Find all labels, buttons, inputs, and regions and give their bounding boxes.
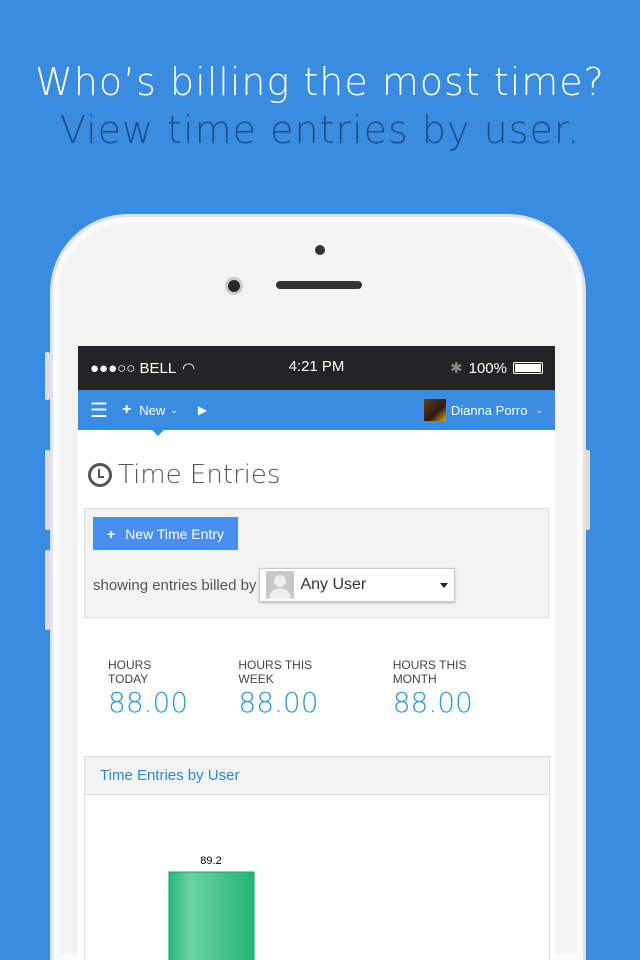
stat-label: HOURS TODAY — [108, 658, 152, 686]
stat-value: 88.00 — [238, 686, 319, 719]
avatar — [423, 399, 446, 421]
top-nav: ☰ + New ⌄ ▶ Dianna Porro ⌄ — [78, 390, 555, 436]
stat-today: HOURS TODAY 88.00 — [108, 658, 188, 719]
user-placeholder-icon — [266, 571, 295, 599]
front-camera — [225, 277, 243, 295]
play-icon[interactable]: ▶ — [198, 403, 207, 417]
chevron-down-icon: ⌄ — [170, 404, 178, 415]
stat-label: HOURS THIS WEEK — [238, 658, 313, 686]
speaker — [276, 281, 362, 289]
stat-week: HOURS THIS WEEK 88.00 — [238, 658, 342, 719]
chevron-down-icon: ⌄ — [535, 404, 543, 415]
bar — [168, 871, 255, 960]
bar-chart: 89.2 — [168, 855, 255, 960]
clock-time: 4:21 PM — [288, 358, 345, 375]
chart-title: Time Entries by User — [85, 757, 549, 795]
menu-icon[interactable]: ☰ — [90, 398, 108, 423]
stat-value: 88.00 — [108, 686, 189, 719]
page-title-text: Time Entries — [118, 460, 281, 490]
chart-panel: Time Entries by User 89.2 — [84, 756, 550, 960]
stat-label: HOURS THIS MONTH — [392, 658, 467, 686]
plus-icon: + — [107, 525, 116, 542]
nav-caret — [152, 430, 164, 436]
sensor — [315, 245, 325, 255]
stat-value: 88.00 — [392, 686, 473, 719]
status-bar: ●●●○○ BELL ◠ 4:21 PM ✱ 100% — [78, 346, 555, 390]
filter-panel: + New Time Entry showing entries billed b… — [84, 508, 549, 618]
user-name: Dianna Porro — [450, 402, 528, 418]
new-time-entry-label: New Time Entry — [125, 525, 224, 542]
filter-label: showing entries billed by — [93, 576, 257, 594]
headline-line1: Who’s billing the most time? — [35, 60, 605, 104]
bar-data-label: 89.2 — [200, 855, 221, 867]
page-title: Time Entries — [78, 430, 555, 498]
plus-icon: + — [121, 401, 132, 418]
new-menu[interactable]: New — [139, 403, 165, 418]
app-screen: ●●●○○ BELL ◠ 4:21 PM ✱ 100% ☰ + New ⌄ ▶ … — [78, 346, 555, 960]
stats: HOURS TODAY 88.00 HOURS THIS WEEK 88.00 HO… — [78, 618, 555, 719]
user-select[interactable]: Any User — [259, 568, 456, 602]
user-menu[interactable]: Dianna Porro ⌄ — [423, 399, 543, 421]
dropdown-arrow-icon — [440, 582, 449, 588]
stat-month: HOURS THIS MONTH 88.00 — [393, 658, 505, 719]
new-time-entry-button[interactable]: + New Time Entry — [93, 517, 238, 550]
headline: Who’s billing the most time? View time e… — [0, 58, 640, 154]
clock-icon — [88, 463, 112, 487]
user-select-value: Any User — [300, 576, 367, 593]
headline-line2: View time entries by user. — [59, 108, 581, 152]
